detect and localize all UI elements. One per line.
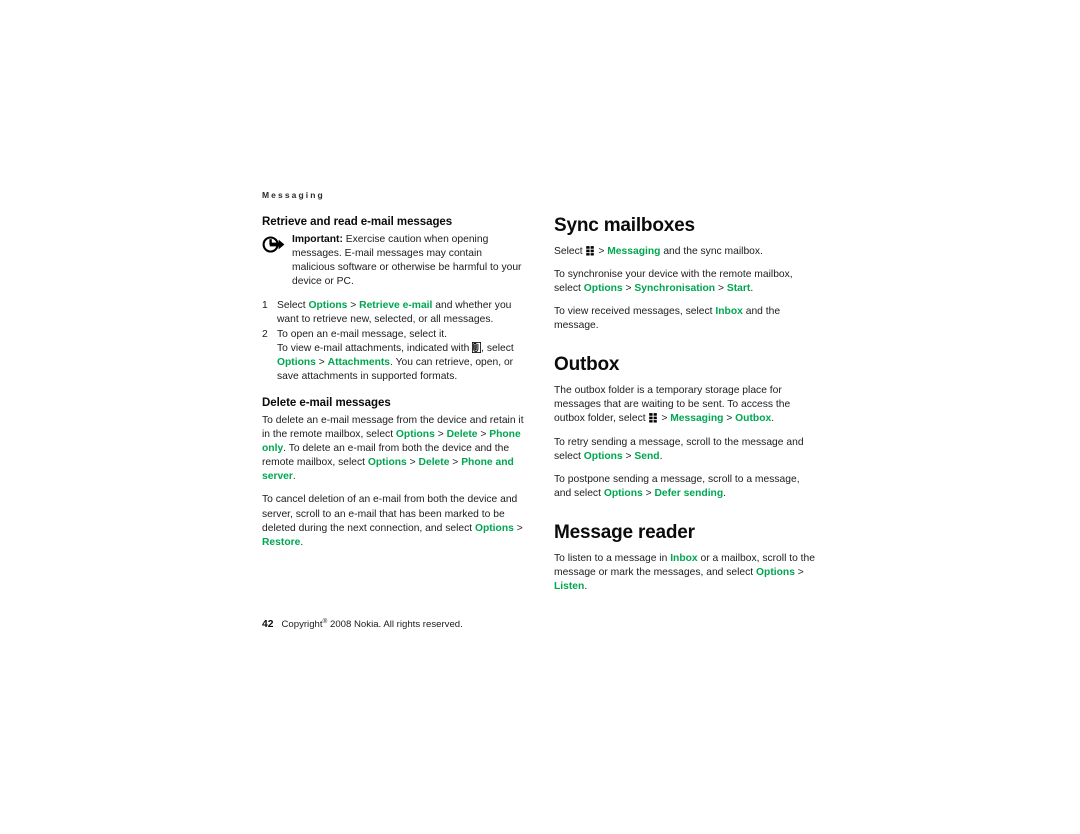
text: To listen to a message in bbox=[554, 552, 671, 564]
text: . bbox=[723, 487, 727, 499]
text: . bbox=[750, 283, 754, 295]
ui-term-start: Start bbox=[726, 283, 751, 295]
reader-paragraph-1: To listen to a message in Inbox or a mai… bbox=[554, 552, 818, 594]
important-arrow-icon bbox=[262, 235, 285, 254]
ui-term-options: Options bbox=[277, 356, 316, 368]
ui-separator: > bbox=[434, 429, 447, 441]
ui-term-options: Options bbox=[367, 457, 407, 469]
important-label: Important: bbox=[292, 234, 343, 245]
retrieve-steps-list: 1 Select Options > Retrieve e-mail and wh… bbox=[262, 299, 526, 384]
text: . bbox=[300, 536, 304, 548]
outbox-paragraph-1: The outbox folder is a temporary storage… bbox=[554, 384, 818, 426]
outbox-paragraph-3: To postpone sending a message, scroll to… bbox=[554, 473, 818, 501]
step-text-1: To open an e-mail message, select it. bbox=[277, 328, 447, 340]
ui-separator: > bbox=[449, 457, 462, 469]
ui-term-messaging: Messaging bbox=[670, 413, 724, 425]
menu-key-icon bbox=[648, 412, 658, 423]
heading-message-reader: Message reader bbox=[554, 521, 695, 543]
text: To view received messages, select bbox=[554, 306, 716, 318]
ui-term-options: Options bbox=[474, 522, 514, 534]
heading-outbox: Outbox bbox=[554, 354, 620, 376]
ui-term-defer-sending: Defer sending bbox=[654, 487, 724, 499]
attachment-paperclip-icon bbox=[472, 341, 482, 353]
copyright-text-post: 2008 Nokia. All rights reserved. bbox=[330, 619, 463, 631]
heading-sync-mailboxes: Sync mailboxes bbox=[554, 215, 695, 236]
step-number: 1 bbox=[262, 300, 268, 312]
page-number: 42 bbox=[262, 619, 274, 631]
ui-separator: > bbox=[715, 283, 727, 295]
text: and the sync mailbox. bbox=[660, 245, 763, 257]
delete-paragraph-2: To cancel deletion of an e-mail from bot… bbox=[262, 493, 526, 549]
step-text-3: , select bbox=[481, 342, 514, 354]
ui-term-options: Options bbox=[603, 487, 643, 499]
ui-separator: > bbox=[347, 300, 360, 312]
step-text-2: To view e-mail attachments, indicated wi… bbox=[277, 342, 473, 354]
text: . bbox=[771, 413, 775, 425]
ui-separator: > bbox=[406, 457, 419, 469]
outbox-paragraph-2: To retry sending a message, scroll to th… bbox=[554, 436, 818, 464]
important-note: Important: Exercise caution when opening… bbox=[262, 233, 526, 289]
ui-term-listen: Listen bbox=[554, 580, 585, 592]
ui-separator: > bbox=[622, 283, 635, 295]
heading-delete-email-messages: Delete e-mail messages bbox=[262, 396, 391, 409]
ui-term-options: Options bbox=[756, 566, 795, 578]
ui-separator: > bbox=[315, 356, 328, 368]
ui-term-retrieve-email: Retrieve e-mail bbox=[359, 300, 433, 312]
text: . bbox=[584, 580, 588, 592]
text: . bbox=[659, 450, 663, 462]
left-column: Retrieve and read e-mail messages Import… bbox=[262, 216, 526, 594]
step-text-1: Select bbox=[277, 300, 309, 312]
ui-separator: > bbox=[642, 487, 655, 499]
ui-term-inbox: Inbox bbox=[670, 552, 698, 564]
heading-retrieve-and-read-email-messages: Retrieve and read e-mail messages bbox=[262, 216, 453, 228]
delete-paragraph-1: To delete an e-mail message from the dev… bbox=[262, 414, 526, 484]
sync-paragraph-1: Select > Messaging and the sync mailbox. bbox=[554, 245, 818, 259]
important-note-text: Important: Exercise caution when opening… bbox=[292, 233, 526, 289]
registered-mark-icon: ® bbox=[322, 618, 328, 625]
page-footer: 42 Copyright® 2008 Nokia. All rights res… bbox=[262, 618, 463, 630]
ui-separator: > bbox=[477, 429, 490, 441]
ui-term-inbox: Inbox bbox=[715, 306, 743, 318]
ui-term-options: Options bbox=[583, 450, 623, 462]
two-column-layout: Retrieve and read e-mail messages Import… bbox=[262, 215, 818, 594]
ui-term-attachments: Attachments bbox=[327, 356, 391, 368]
ui-term-delete: Delete bbox=[446, 429, 478, 441]
sync-paragraph-3: To view received messages, select Inbox … bbox=[554, 305, 818, 333]
right-column: Sync mailboxes Select > Messaging and th… bbox=[554, 215, 818, 594]
step-number: 2 bbox=[262, 328, 268, 340]
sync-paragraph-2: To synchronise your device with the remo… bbox=[554, 268, 818, 296]
ui-separator: > bbox=[723, 413, 736, 425]
running-header: Messaging bbox=[262, 190, 325, 200]
list-item: 2 To open an e-mail message, select it. To… bbox=[262, 328, 526, 384]
ui-separator: > bbox=[595, 245, 608, 257]
ui-term-synchronisation: Synchronisation bbox=[634, 283, 716, 295]
text: Select bbox=[554, 245, 586, 257]
ui-separator: > bbox=[794, 566, 804, 578]
ui-term-messaging: Messaging bbox=[607, 245, 661, 257]
copyright-line: Copyright® 2008 Nokia. All rights reserv… bbox=[281, 618, 462, 630]
ui-separator: > bbox=[658, 413, 671, 425]
ui-separator: > bbox=[622, 450, 635, 462]
text: . bbox=[292, 471, 296, 483]
ui-term-restore: Restore bbox=[262, 536, 301, 548]
ui-term-options: Options bbox=[308, 300, 348, 312]
ui-term-send: Send bbox=[634, 450, 660, 462]
ui-term-options: Options bbox=[395, 429, 435, 441]
ui-separator: > bbox=[513, 522, 523, 534]
manual-page: Messaging Retrieve and read e-mail messa… bbox=[262, 190, 818, 594]
copyright-text-pre: Copyright bbox=[281, 619, 323, 631]
ui-term-options: Options bbox=[583, 283, 623, 295]
ui-term-outbox: Outbox bbox=[735, 413, 772, 425]
list-item: 1 Select Options > Retrieve e-mail and wh… bbox=[262, 299, 526, 327]
menu-key-icon bbox=[585, 245, 595, 256]
ui-term-delete: Delete bbox=[418, 457, 450, 469]
